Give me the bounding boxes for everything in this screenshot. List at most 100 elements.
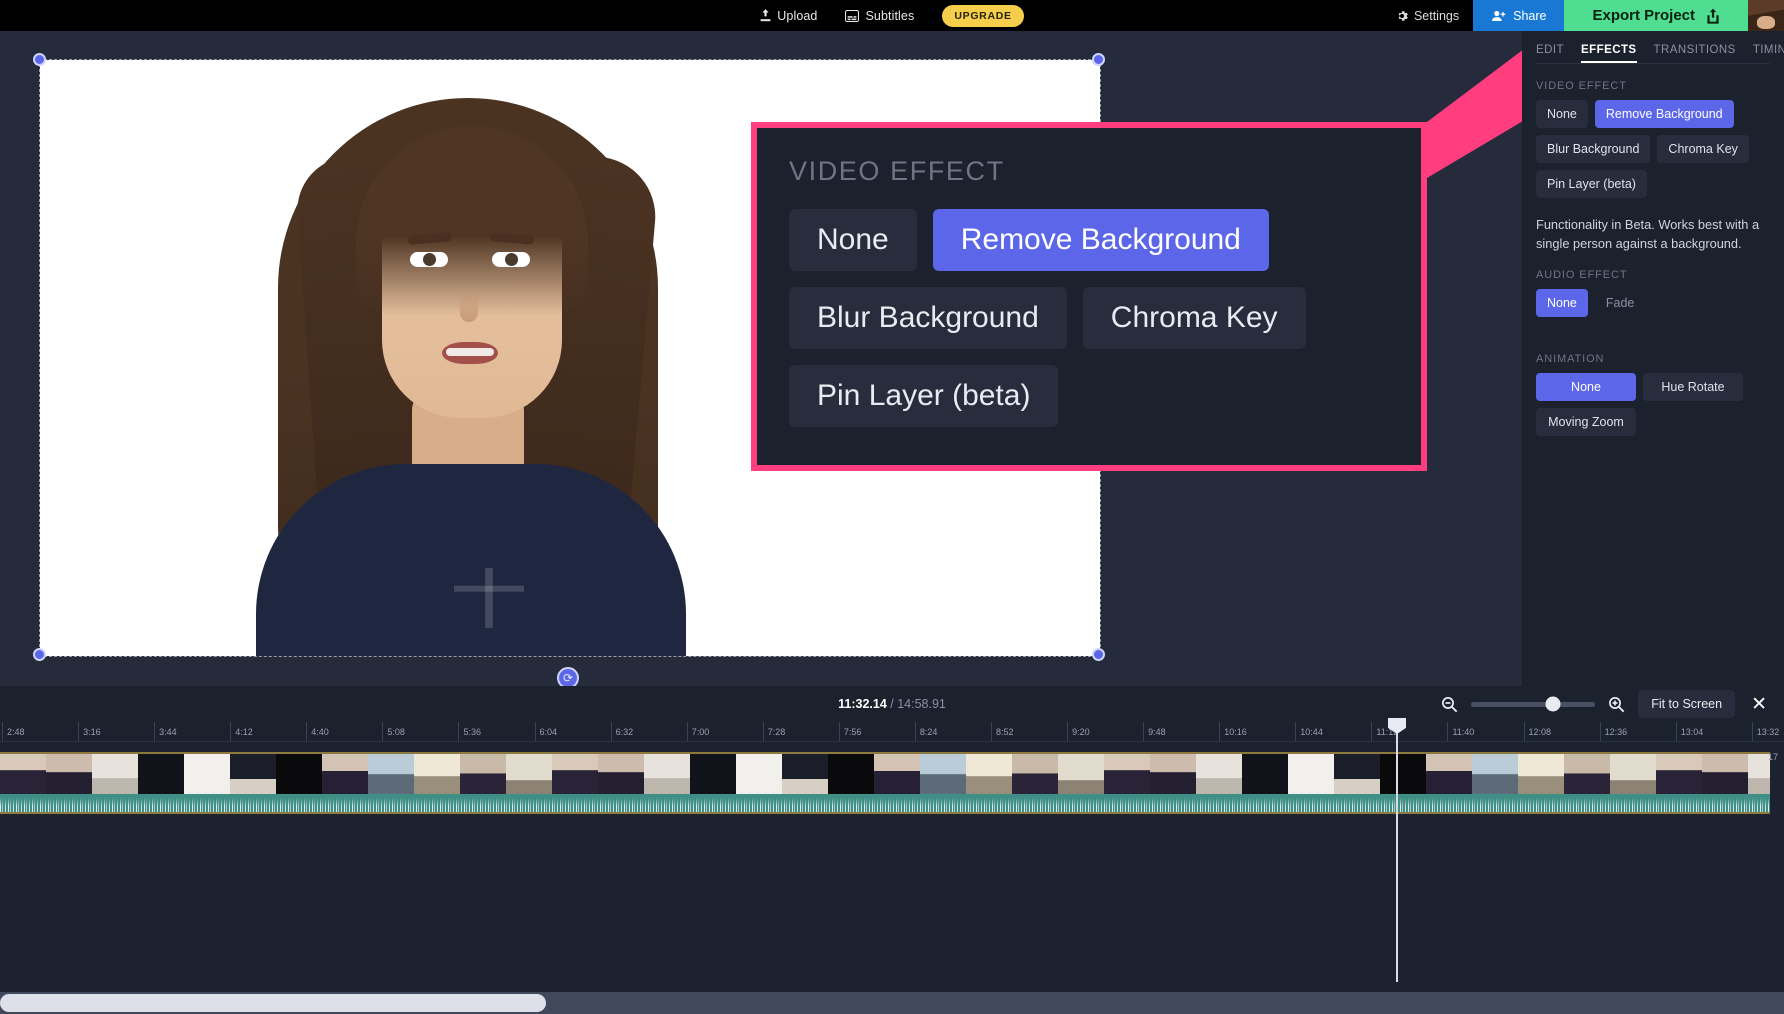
tab-edit[interactable]: EDIT	[1536, 44, 1564, 63]
tab-timing[interactable]: TIMING	[1753, 44, 1784, 63]
fit-to-screen-button[interactable]: Fit to Screen	[1638, 690, 1735, 718]
clip-thumbnail	[1518, 754, 1564, 794]
zoom-out-icon[interactable]	[1441, 696, 1458, 713]
zoom-in-icon[interactable]	[1608, 696, 1625, 713]
resize-handle-bottom-left[interactable]	[33, 648, 46, 661]
ruler-tick: 10:16	[1219, 722, 1247, 742]
ruler-tick: 7:56	[839, 722, 862, 742]
clip-thumbnail	[1702, 754, 1748, 794]
clip-thumbnail	[460, 754, 506, 794]
animation-hue-rotate[interactable]: Hue Rotate	[1643, 373, 1743, 401]
clip-thumbnail	[1748, 754, 1770, 794]
horizontal-scrollbar-thumb[interactable]	[0, 994, 546, 1012]
clip-thumbnail	[1380, 754, 1426, 794]
clip-thumbnail	[552, 754, 598, 794]
ruler-tick: 7:28	[763, 722, 786, 742]
ruler-tick: 3:16	[78, 722, 101, 742]
callout-effect-chroma-key[interactable]: Chroma Key	[1083, 287, 1306, 349]
timeline-zoom-controls: Fit to Screen ✕	[1441, 686, 1784, 722]
effects-sidebar: EDIT EFFECTS TRANSITIONS TIMING VIDEO EF…	[1522, 31, 1784, 686]
clip-thumbnail	[782, 754, 828, 794]
clip-thumbnail	[1656, 754, 1702, 794]
subtitles-button[interactable]: Subtitles	[845, 9, 914, 23]
tab-transitions[interactable]: TRANSITIONS	[1654, 44, 1736, 63]
close-icon[interactable]: ✕	[1748, 695, 1770, 714]
share-label: Share	[1513, 9, 1546, 23]
ruler-tick: 8:24	[915, 722, 938, 742]
video-clip[interactable]	[0, 752, 1770, 814]
upload-button[interactable]: Upload	[760, 9, 817, 23]
ruler-tick: 4:12	[230, 722, 253, 742]
audio-effect-fade[interactable]: Fade	[1595, 289, 1646, 317]
effect-pin-layer[interactable]: Pin Layer (beta)	[1536, 170, 1647, 198]
gear-icon	[1396, 10, 1408, 22]
playhead[interactable]	[1396, 718, 1398, 982]
settings-button[interactable]: Settings	[1382, 0, 1473, 31]
ruler-tick: 13:04	[1676, 722, 1704, 742]
clip-end-marker: 17	[1768, 752, 1778, 762]
tab-effects[interactable]: EFFECTS	[1581, 44, 1637, 63]
upgrade-button[interactable]: UPGRADE	[942, 5, 1023, 27]
animation-moving-zoom[interactable]: Moving Zoom	[1536, 408, 1636, 436]
time-separator: /	[887, 697, 897, 711]
clip-thumbnail	[690, 754, 736, 794]
resize-handle-top-right[interactable]	[1092, 53, 1105, 66]
export-project-button[interactable]: Export Project	[1564, 0, 1748, 31]
clip-thumbnail	[506, 754, 552, 794]
effect-blur-background[interactable]: Blur Background	[1536, 135, 1650, 163]
ruler-tick: 3:44	[154, 722, 177, 742]
clip-thumbnail	[1334, 754, 1380, 794]
callout-row-2: Blur Background Chroma Key	[779, 287, 1399, 349]
effect-none[interactable]: None	[1536, 100, 1588, 128]
audio-effect-options: None Fade	[1536, 289, 1770, 317]
clip-thumbnail	[644, 754, 690, 794]
horizontal-scrollbar[interactable]	[0, 992, 1784, 1014]
clip-thumbnail	[276, 754, 322, 794]
effect-help-text: Functionality in Beta. Works best with a…	[1536, 216, 1770, 253]
settings-label: Settings	[1414, 9, 1459, 23]
animation-none[interactable]: None	[1536, 373, 1636, 401]
ruler-tick: 12:08	[1524, 722, 1552, 742]
audio-waveform	[0, 794, 1770, 814]
ruler-tick: 8:52	[991, 722, 1014, 742]
audio-effect-none[interactable]: None	[1536, 289, 1588, 317]
sidebar-tabs: EDIT EFFECTS TRANSITIONS TIMING	[1536, 31, 1770, 64]
top-bar-right-group: Settings Share Export Project	[1382, 0, 1784, 31]
callout-effect-blur-background[interactable]: Blur Background	[789, 287, 1067, 349]
ruler-tick: 11:40	[1447, 722, 1474, 742]
clip-thumbnail	[1012, 754, 1058, 794]
timeline-tracks[interactable]	[0, 742, 1784, 982]
clip-thumbnail	[1564, 754, 1610, 794]
clip-thumbnail	[1288, 754, 1334, 794]
callout-effect-pin-layer[interactable]: Pin Layer (beta)	[789, 365, 1058, 427]
clip-thumbnail	[736, 754, 782, 794]
ruler-tick: 5:36	[458, 722, 481, 742]
callout-effect-remove-background[interactable]: Remove Background	[933, 209, 1269, 271]
clip-thumbnail	[1104, 754, 1150, 794]
resize-handle-bottom-right[interactable]	[1092, 648, 1105, 661]
top-bar: Upload Subtitles UPGRADE	[0, 0, 1784, 31]
resize-handle-top-left[interactable]	[33, 53, 46, 66]
zoom-slider[interactable]	[1471, 702, 1595, 707]
upload-icon	[760, 9, 771, 22]
clip-thumbnail	[920, 754, 966, 794]
callout-effect-none[interactable]: None	[789, 209, 917, 271]
clip-thumbnail	[1242, 754, 1288, 794]
ruler-tick: 9:48	[1143, 722, 1166, 742]
effect-chroma-key[interactable]: Chroma Key	[1657, 135, 1748, 163]
ruler-tick: 13:32	[1752, 722, 1780, 742]
upload-label: Upload	[777, 9, 817, 23]
ruler-tick: 2:48	[2, 722, 25, 742]
clip-thumbnail	[1150, 754, 1196, 794]
avatar[interactable]	[1748, 0, 1784, 31]
share-button[interactable]: Share	[1473, 0, 1564, 31]
timeline-ruler[interactable]: 2:483:163:444:124:405:085:366:046:327:00…	[0, 722, 1784, 742]
timeline-toolbar: 11:32.14 / 14:58.91	[0, 686, 1784, 722]
clip-thumbnail	[0, 754, 46, 794]
clip-thumbnail	[1610, 754, 1656, 794]
effect-remove-background[interactable]: Remove Background	[1595, 100, 1734, 128]
clip-thumbnails	[0, 754, 1770, 794]
clip-thumbnail	[1196, 754, 1242, 794]
zoom-slider-knob[interactable]	[1546, 697, 1561, 712]
ruler-tick: 9:20	[1067, 722, 1090, 742]
